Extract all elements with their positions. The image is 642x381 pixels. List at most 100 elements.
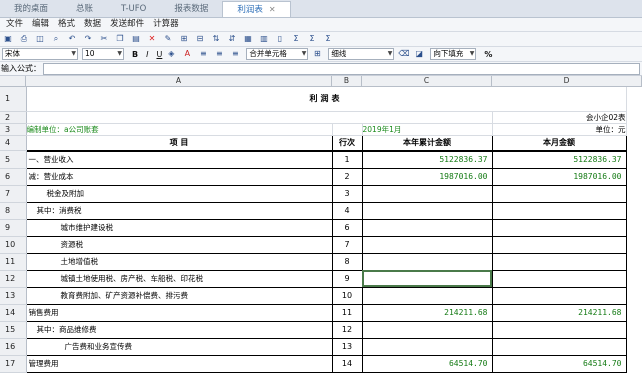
row-number[interactable]: 8 bbox=[0, 202, 27, 220]
item-cell[interactable]: 其中：消费税 bbox=[25, 201, 333, 220]
tab-t-ufo[interactable]: T-UFO bbox=[107, 2, 160, 17]
align-left-icon[interactable]: ≡ bbox=[198, 49, 208, 59]
merge-cells-select[interactable]: 合并单元格 ▼ bbox=[246, 48, 309, 60]
row-number[interactable]: 9 bbox=[0, 219, 27, 237]
cell[interactable] bbox=[26, 111, 493, 124]
copy-icon[interactable]: ❐ bbox=[115, 34, 125, 44]
menu-format[interactable]: 格式 bbox=[58, 18, 75, 31]
month-cell[interactable]: 5122836.37 bbox=[491, 150, 627, 169]
cell[interactable] bbox=[332, 123, 363, 136]
formula-input[interactable] bbox=[43, 62, 640, 75]
font-select[interactable]: 宋体 ▼ bbox=[2, 48, 78, 60]
save-icon[interactable]: ▣ bbox=[3, 34, 13, 44]
month-cell[interactable]: 64514.70 bbox=[491, 354, 627, 373]
header-row-no[interactable]: 行次 bbox=[331, 134, 363, 151]
header-item[interactable]: 项 目 bbox=[25, 134, 333, 151]
ytd-cell[interactable]: 214211.68 bbox=[361, 303, 493, 322]
row-no-cell[interactable]: 1 bbox=[331, 150, 363, 169]
item-cell[interactable]: 土地增值税 bbox=[25, 252, 333, 271]
font-color-icon[interactable]: A bbox=[182, 49, 192, 59]
column-header-c[interactable]: C bbox=[362, 76, 492, 86]
month-cell[interactable] bbox=[491, 235, 627, 254]
item-cell[interactable]: 管理费用 bbox=[25, 354, 333, 373]
row-number[interactable]: 7 bbox=[0, 185, 27, 203]
period-label[interactable]: 2019年1月 bbox=[362, 123, 493, 136]
month-cell[interactable] bbox=[491, 184, 627, 203]
paste-icon[interactable]: ▤ bbox=[131, 34, 141, 44]
brush-icon[interactable]: ✎ bbox=[163, 34, 173, 44]
item-cell[interactable]: 销售费用 bbox=[25, 303, 333, 322]
print-icon[interactable]: ⎙ bbox=[19, 34, 29, 44]
ytd-cell[interactable] bbox=[361, 235, 493, 254]
menu-data[interactable]: 数据 bbox=[84, 18, 101, 31]
italic-button[interactable]: I bbox=[146, 50, 148, 59]
month-cell[interactable] bbox=[491, 252, 627, 271]
row-number[interactable]: 14 bbox=[0, 304, 27, 322]
sort-asc-icon[interactable]: ⇅ bbox=[211, 34, 221, 44]
formula-icon[interactable]: Σ bbox=[323, 34, 333, 44]
item-cell[interactable]: 资源税 bbox=[25, 235, 333, 254]
percent-button[interactable]: % bbox=[484, 50, 492, 59]
row-no-cell[interactable]: 3 bbox=[331, 184, 363, 203]
underline-button[interactable]: U bbox=[156, 50, 162, 59]
column-header-b[interactable]: B bbox=[332, 76, 362, 86]
row-number[interactable]: 4 bbox=[0, 135, 27, 151]
header-month[interactable]: 本月金额 bbox=[491, 134, 627, 151]
row-number[interactable]: 12 bbox=[0, 270, 27, 288]
border-icon[interactable]: ⊞ bbox=[312, 49, 322, 59]
fill-color-icon[interactable]: ◈ bbox=[166, 49, 176, 59]
tab-general-ledger[interactable]: 总账 bbox=[62, 2, 107, 17]
row-number[interactable]: 3 bbox=[0, 123, 27, 136]
corner-cell[interactable] bbox=[0, 76, 26, 86]
month-cell[interactable] bbox=[491, 320, 627, 339]
tab-income-statement[interactable]: 利润表 ✕ bbox=[222, 1, 291, 17]
row-no-cell[interactable]: 14 bbox=[331, 354, 363, 373]
row-no-cell[interactable]: 7 bbox=[331, 235, 363, 254]
align-center-icon[interactable]: ≡ bbox=[214, 49, 224, 59]
row-number[interactable]: 2 bbox=[0, 111, 27, 124]
ytd-cell[interactable] bbox=[361, 218, 493, 237]
size-select[interactable]: 10 ▼ bbox=[82, 48, 124, 60]
month-cell[interactable] bbox=[491, 337, 627, 356]
row-no-cell[interactable]: 10 bbox=[331, 286, 363, 305]
row-no-cell[interactable]: 6 bbox=[331, 218, 363, 237]
clear-format-icon[interactable]: ◪ bbox=[414, 49, 424, 59]
ytd-cell[interactable] bbox=[361, 320, 493, 339]
eraser-icon[interactable]: ⌫ bbox=[398, 49, 409, 59]
row-no-cell[interactable]: 11 bbox=[331, 303, 363, 322]
sort-desc-icon[interactable]: ⇵ bbox=[227, 34, 237, 44]
redo-icon[interactable]: ↷ bbox=[83, 34, 93, 44]
ytd-cell[interactable]: 5122836.37 bbox=[361, 150, 493, 169]
row-number[interactable]: 16 bbox=[0, 338, 27, 356]
item-cell[interactable]: 广告费和业务宣传费 bbox=[25, 337, 333, 356]
menu-file[interactable]: 文件 bbox=[6, 18, 23, 31]
item-cell[interactable]: 税金及附加 bbox=[25, 184, 333, 203]
delete-icon[interactable]: ✕ bbox=[147, 34, 157, 44]
sum-icon[interactable]: Σ bbox=[291, 34, 301, 44]
ytd-cell[interactable] bbox=[361, 252, 493, 271]
item-cell[interactable]: 其中：商品维修费 bbox=[25, 320, 333, 339]
item-cell[interactable]: 一、营业收入 bbox=[25, 150, 333, 169]
row-number[interactable]: 6 bbox=[0, 168, 27, 186]
report-title[interactable]: 利润表 bbox=[26, 87, 627, 112]
unit-label[interactable]: 单位：元 bbox=[492, 123, 627, 136]
row-number[interactable]: 13 bbox=[0, 287, 27, 305]
month-cell[interactable] bbox=[491, 269, 627, 288]
chart-icon[interactable]: ▥ bbox=[259, 34, 269, 44]
document-icon[interactable]: ▯ bbox=[275, 34, 285, 44]
row-number[interactable]: 17 bbox=[0, 355, 27, 373]
item-cell[interactable]: 城镇土地使用税、房产税、车船税、印花税 bbox=[25, 269, 333, 288]
menu-edit[interactable]: 编辑 bbox=[32, 18, 49, 31]
image-icon[interactable]: ▦ bbox=[243, 34, 253, 44]
tab-my-desktop[interactable]: 我的桌面 bbox=[0, 2, 62, 17]
month-cell[interactable]: 1987016.00 bbox=[491, 167, 627, 186]
month-cell[interactable] bbox=[491, 201, 627, 220]
border-style-select[interactable]: 细线 ▼ bbox=[328, 48, 395, 60]
row-number[interactable]: 5 bbox=[0, 151, 27, 169]
ytd-cell[interactable] bbox=[361, 201, 493, 220]
row-no-cell[interactable]: 2 bbox=[331, 167, 363, 186]
item-cell[interactable]: 教育费附加、矿产资源补偿费、排污费 bbox=[25, 286, 333, 305]
form-number[interactable]: 会小企02表 bbox=[492, 111, 627, 124]
ytd-cell[interactable] bbox=[361, 286, 493, 305]
close-icon[interactable]: ✕ bbox=[269, 5, 276, 14]
